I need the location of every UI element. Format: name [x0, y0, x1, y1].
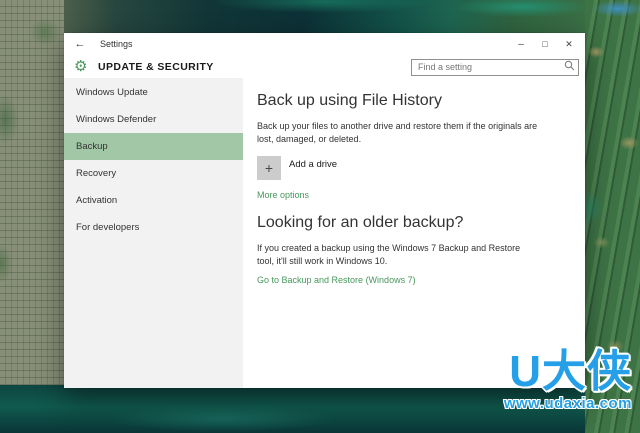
search-box [411, 57, 579, 76]
minimize-button[interactable]: – [509, 35, 533, 53]
sidebar-item-label: Windows Update [76, 87, 148, 98]
add-drive-button[interactable]: + Add a drive [257, 156, 575, 181]
watermark-url: www.udaxia.com [503, 394, 632, 412]
sidebar-item-label: Activation [76, 195, 118, 206]
gear-icon: ⚙ [74, 58, 88, 75]
sidebar-item-label: Recovery [76, 168, 117, 179]
plus-icon: + [257, 156, 281, 181]
settings-window: ← Settings – □ ✕ ⚙ UPDATE & SECURITY Win… [64, 33, 585, 388]
sidebar-item-recovery[interactable]: Recovery [64, 160, 243, 187]
wallpaper-bottom-water [0, 385, 585, 433]
older-backup-heading: Looking for an older backup? [257, 214, 464, 232]
close-button[interactable]: ✕ [557, 35, 581, 53]
window-title: Settings [100, 39, 133, 49]
sidebar-item-windows-update[interactable]: Windows Update [64, 79, 243, 106]
page-header: ⚙ UPDATE & SECURITY [64, 55, 585, 78]
file-history-heading: Back up using File History [257, 92, 442, 109]
sidebar-item-for-developers[interactable]: For developers [64, 214, 243, 241]
sidebar-item-label: Windows Defender [76, 114, 157, 125]
sidebar-item-windows-defender[interactable]: Windows Defender [64, 106, 243, 133]
backup-restore-link[interactable]: Go to Backup and Restore (Windows 7) [257, 275, 416, 285]
sidebar-item-label: For developers [76, 222, 140, 233]
window-body: Windows Update Windows Defender Backup R… [64, 78, 585, 388]
more-options-link[interactable]: More options [257, 190, 309, 200]
file-history-description: Back up your files to another drive and … [257, 121, 538, 145]
maximize-button[interactable]: □ [533, 35, 557, 53]
content-pane: Back up using File History Back up your … [243, 78, 585, 388]
search-input[interactable] [411, 58, 579, 76]
add-drive-label: Add a drive [289, 159, 338, 171]
search-icon [564, 61, 575, 71]
window-controls: – □ ✕ [509, 35, 585, 53]
wallpaper-top-water [64, 0, 585, 34]
sidebar-item-activation[interactable]: Activation [64, 187, 243, 214]
watermark-brand: U大侠 [509, 347, 632, 396]
sidebar: Windows Update Windows Defender Backup R… [64, 78, 243, 388]
sidebar-item-backup[interactable]: Backup [64, 133, 243, 160]
watermark: U大侠 www.udaxia.com [503, 347, 632, 412]
sidebar-item-label: Backup [76, 141, 108, 152]
wallpaper-left-city [0, 0, 64, 399]
titlebar: ← Settings – □ ✕ [64, 33, 585, 55]
page-title: UPDATE & SECURITY [98, 60, 214, 73]
back-button[interactable]: ← [64, 38, 96, 50]
older-backup-description: If you created a backup using the Window… [257, 243, 521, 267]
